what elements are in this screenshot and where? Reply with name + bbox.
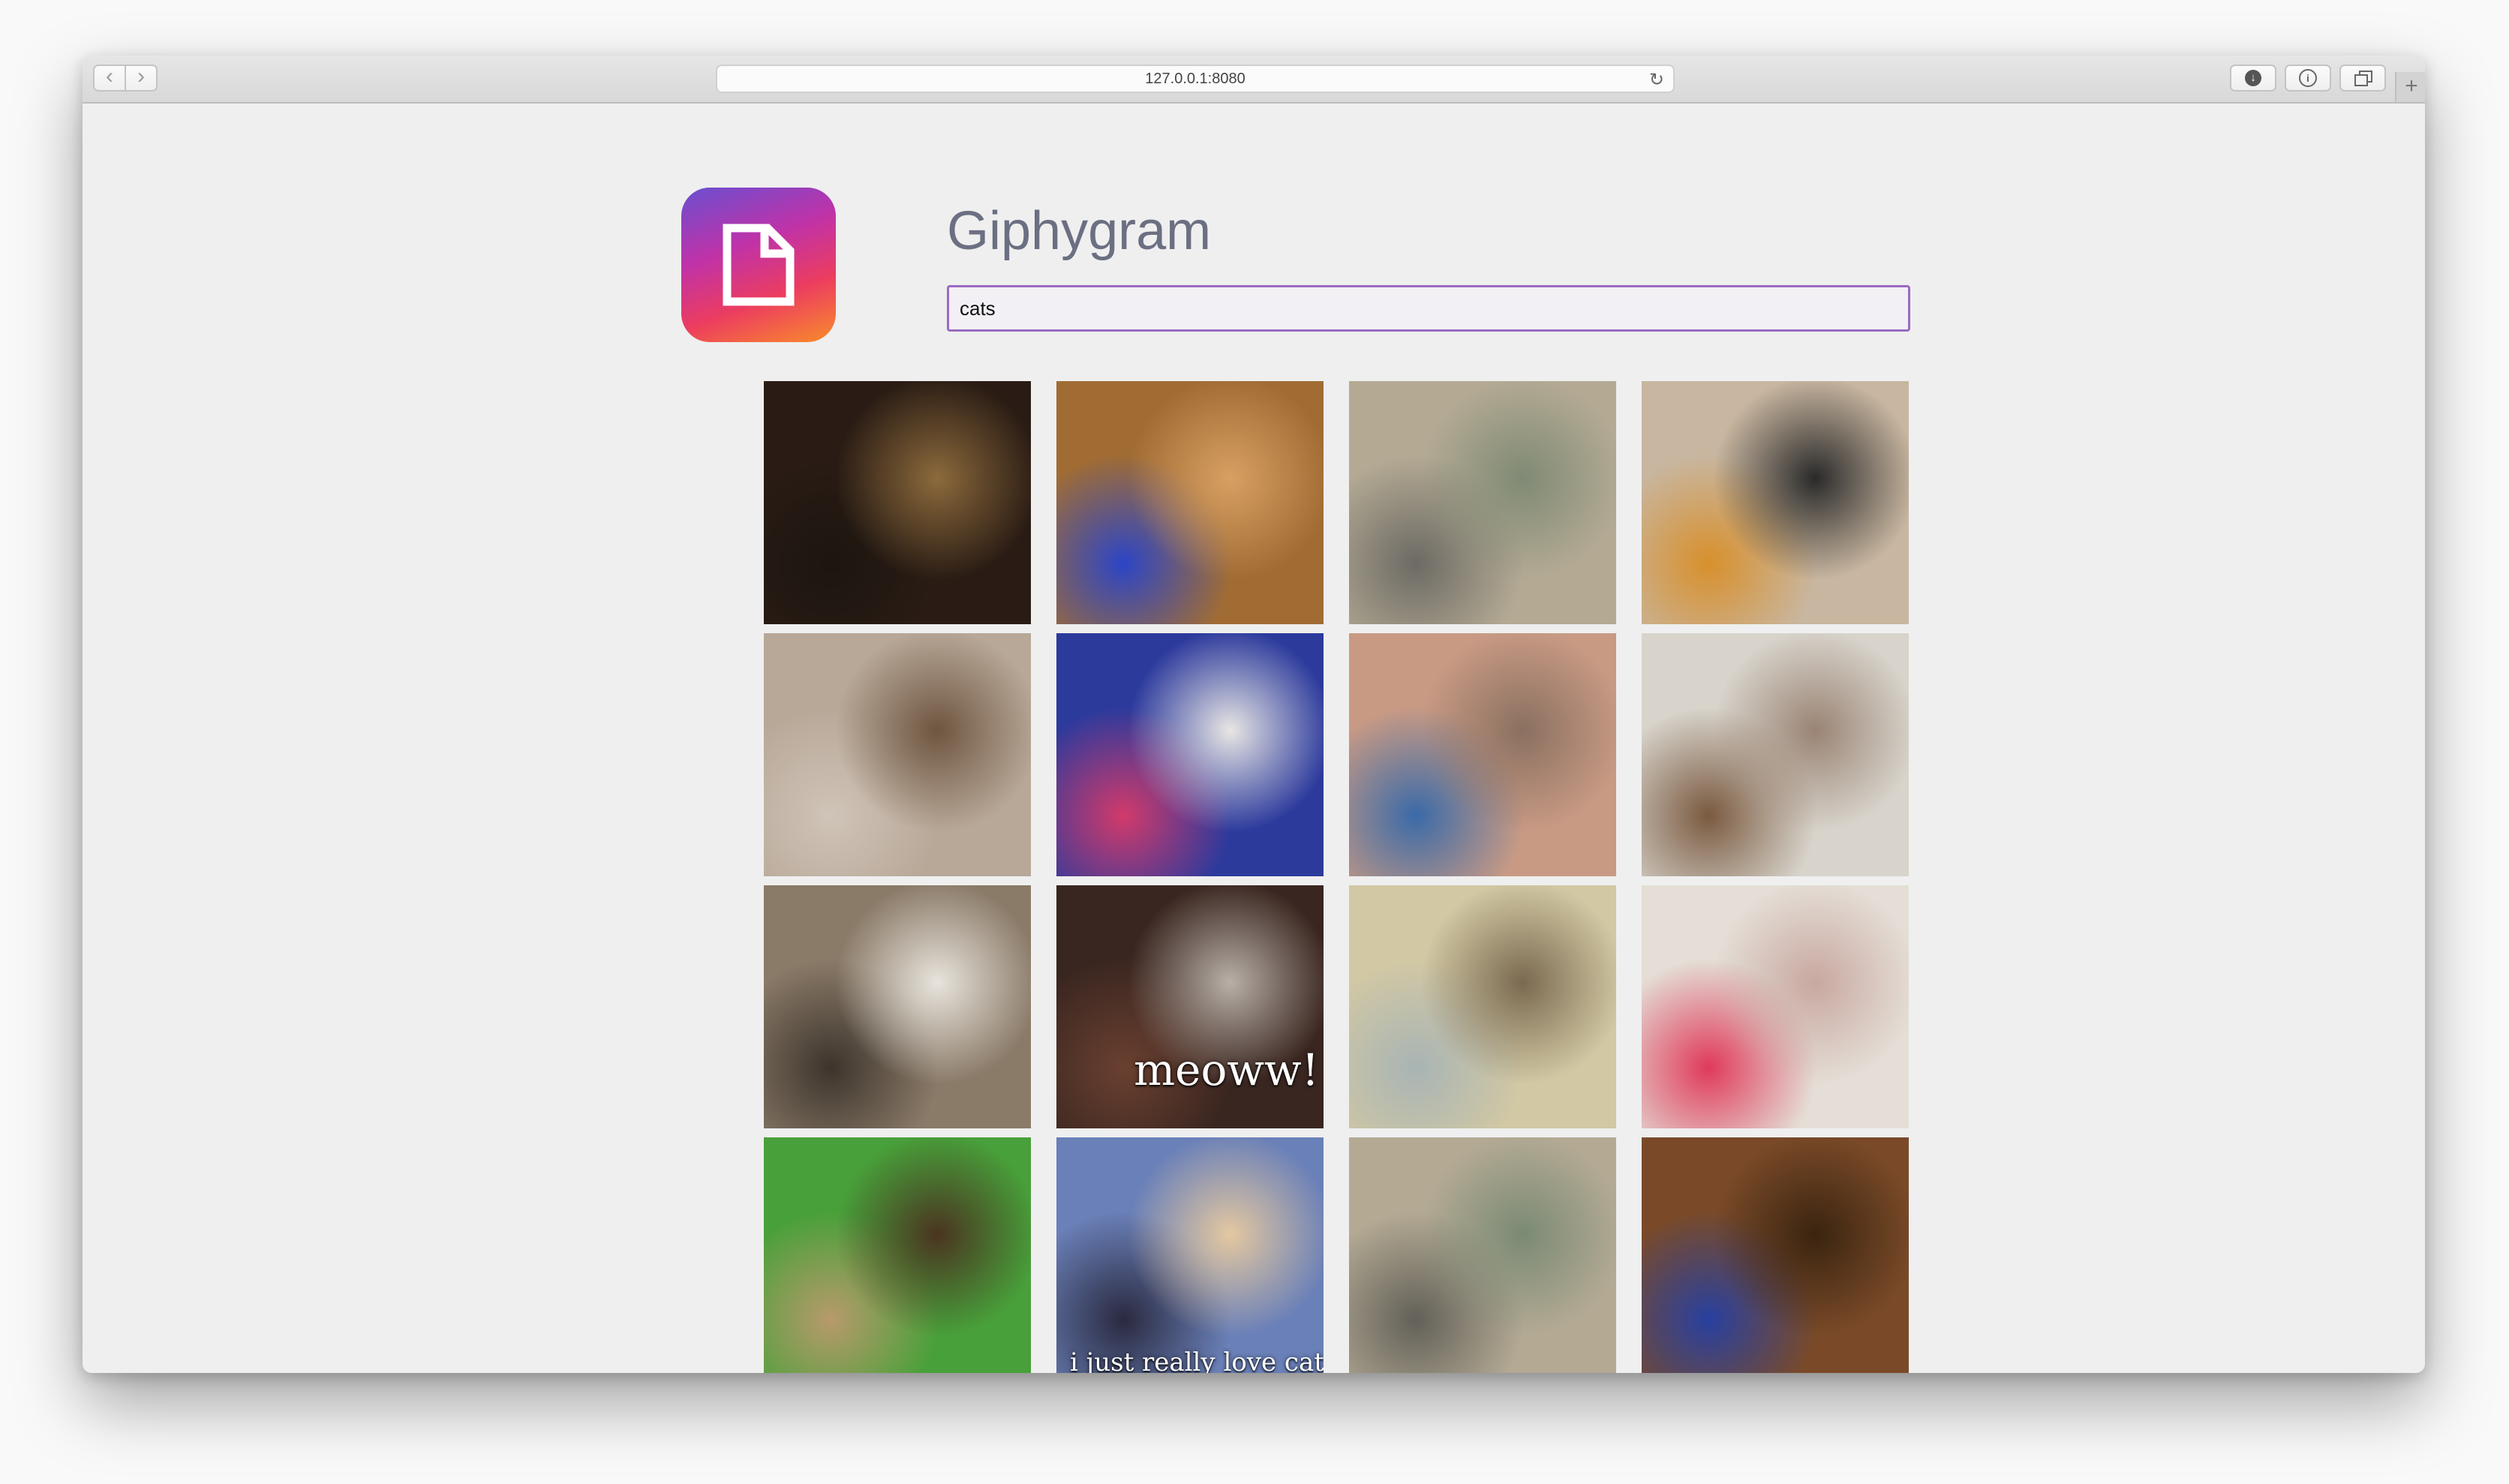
- download-button[interactable]: ↓: [2230, 65, 2276, 92]
- tabs-button[interactable]: [2339, 65, 2386, 92]
- app-title: Giphygram: [947, 201, 1212, 261]
- gif-tile[interactable]: [1349, 885, 1616, 1128]
- new-tab-icon: +: [2405, 74, 2418, 98]
- search-input[interactable]: [947, 285, 1910, 332]
- download-icon: ↓: [2245, 70, 2261, 86]
- forward-icon: ›: [137, 64, 145, 89]
- gif-caption: meoww!: [1134, 1044, 1319, 1095]
- gif-tile[interactable]: [764, 885, 1031, 1128]
- info-icon: i: [2299, 69, 2317, 87]
- gif-caption: i just really love cats: [1070, 1347, 1324, 1373]
- gif-tile[interactable]: [764, 381, 1031, 624]
- tabs-icon: [2354, 71, 2372, 86]
- gif-tile[interactable]: [1642, 885, 1909, 1128]
- gif-tile[interactable]: [1349, 633, 1616, 876]
- gif-tile[interactable]: [1349, 1137, 1616, 1373]
- browser-window: ‹ › 127.0.0.1:8080 ↻ ↓ i + Giphygram cat…: [83, 56, 2425, 1373]
- forward-button[interactable]: ›: [125, 65, 158, 92]
- back-button[interactable]: ‹: [93, 65, 126, 92]
- gif-tile[interactable]: [1642, 1137, 1909, 1373]
- gif-tile[interactable]: [1349, 381, 1616, 624]
- address-url: 127.0.0.1:8080: [1145, 71, 1245, 87]
- gif-tile[interactable]: [1056, 633, 1324, 876]
- browser-toolbar: ‹ › 127.0.0.1:8080 ↻ ↓ i +: [83, 56, 2425, 104]
- gif-tile[interactable]: [1642, 633, 1909, 876]
- gif-tile[interactable]: [1056, 381, 1324, 624]
- info-button[interactable]: i: [2285, 65, 2331, 92]
- gif-tile[interactable]: [1642, 381, 1909, 624]
- new-tab-button[interactable]: +: [2395, 72, 2425, 102]
- gif-tile[interactable]: [764, 1137, 1031, 1373]
- gif-tile[interactable]: i just really love cats: [1056, 1137, 1324, 1373]
- gif-grid: meoww! i just really love cats: [764, 381, 1910, 1373]
- app-logo: [681, 188, 836, 342]
- page-content: Giphygram meoww! i just really love cats: [83, 104, 2425, 1373]
- address-bar[interactable]: 127.0.0.1:8080 ↻: [716, 65, 1675, 93]
- back-icon: ‹: [106, 64, 113, 89]
- gif-tile[interactable]: meoww!: [1056, 885, 1324, 1128]
- gif-tile[interactable]: [764, 633, 1031, 876]
- reload-icon[interactable]: ↻: [1649, 68, 1664, 93]
- document-icon: [723, 224, 795, 306]
